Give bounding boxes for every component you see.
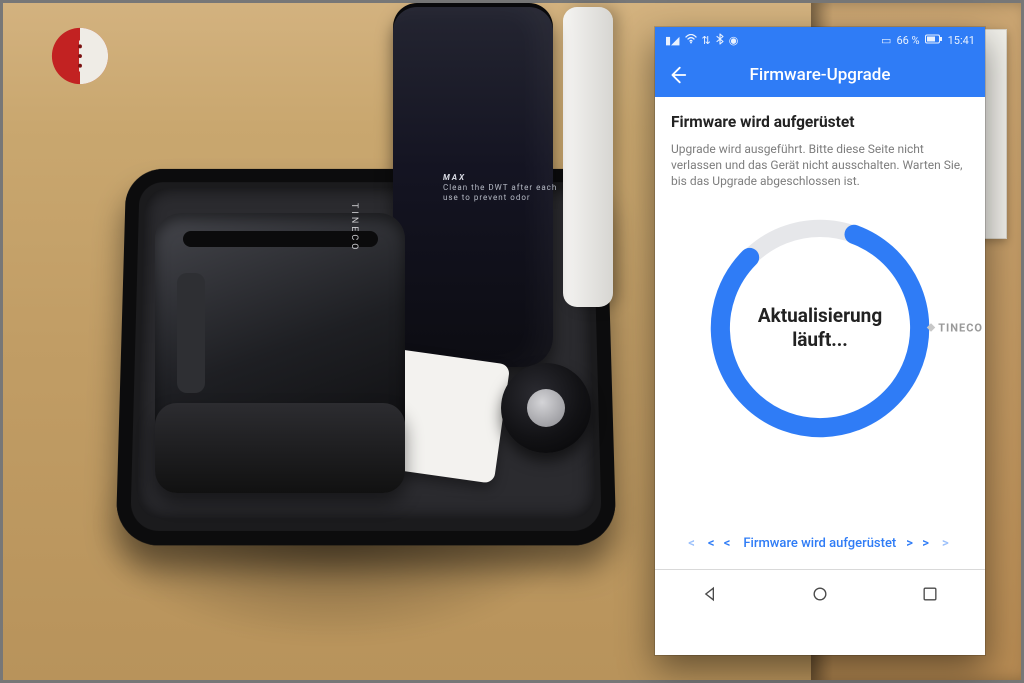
content-description: Upgrade wird ausgeführt. Bitte diese Sei… <box>671 141 969 189</box>
nav-home-button[interactable] <box>766 570 875 618</box>
volte-icon: ⇅ <box>702 34 711 47</box>
nav-back-button[interactable] <box>656 570 765 618</box>
progress-label-line1: Aktualisierung <box>758 304 882 328</box>
square-recents-icon <box>920 584 940 604</box>
progress-ring-label: Aktualisierung läuft... <box>705 213 935 443</box>
tank-label-max: MAX <box>443 173 557 183</box>
statusbar-right: ▭ 66 % 15:41 <box>881 34 975 47</box>
bluetooth-icon <box>716 33 724 48</box>
site-logo <box>49 25 111 87</box>
battery-icon <box>925 34 943 47</box>
battery-text: 66 % <box>896 34 919 47</box>
scene-root: MAX Clean the DWT after each use to prev… <box>0 0 1024 683</box>
clock-text: 15:41 <box>948 34 975 47</box>
status-text: Firmware wird aufgerüstet <box>743 536 896 551</box>
statusbar: ▮◢ ⇅ ◉ ▭ 66 % 15:41 <box>655 27 985 53</box>
statusbar-left: ▮◢ ⇅ ◉ <box>665 33 738 48</box>
wifi-icon <box>685 34 697 47</box>
chevrons-left-icon: < <box>688 536 698 551</box>
back-button[interactable] <box>655 53 699 97</box>
chevrons-right-icon-2: > <box>942 536 952 551</box>
screen-content: Firmware wird aufgerüstet Upgrade wird a… <box>655 97 985 569</box>
cleaner-head-panel <box>177 273 205 393</box>
brand-badge: TINECO <box>928 322 983 335</box>
progress-ring: Aktualisierung läuft... TINECO <box>705 213 935 443</box>
signal-icon: ▮◢ <box>665 34 680 47</box>
nav-recents-button[interactable] <box>876 570 985 618</box>
tank-label-line1: Clean the DWT after each <box>443 183 557 193</box>
vibrate-icon: ▭ <box>881 34 891 47</box>
logo-icon <box>49 25 111 87</box>
circle-home-icon <box>810 584 830 604</box>
chevrons-left-icon-2: < < <box>708 536 733 551</box>
phone-overlay: ▮◢ ⇅ ◉ ▭ 66 % 15:41 <box>655 27 985 655</box>
tank-label: MAX Clean the DWT after each use to prev… <box>443 173 557 203</box>
dock-upright <box>563 7 613 307</box>
content-heading: Firmware wird aufgerüstet <box>671 113 969 131</box>
chevrons-right-icon: > > <box>906 536 932 551</box>
location-icon: ◉ <box>729 34 739 47</box>
progress-label-line2: läuft... <box>792 328 848 352</box>
status-marquee: < < < Firmware wird aufgerüstet > > > <box>655 536 985 551</box>
appbar-title: Firmware-Upgrade <box>655 65 985 85</box>
rear-wheel <box>501 363 591 453</box>
brand-label: TINECO <box>349 203 359 252</box>
tank-label-line2: use to prevent odor <box>443 193 557 203</box>
roller-cover <box>155 403 405 493</box>
triangle-back-icon <box>700 584 720 604</box>
appbar: Firmware-Upgrade <box>655 53 985 97</box>
arrow-left-icon <box>666 64 688 86</box>
android-navbar <box>655 570 985 618</box>
